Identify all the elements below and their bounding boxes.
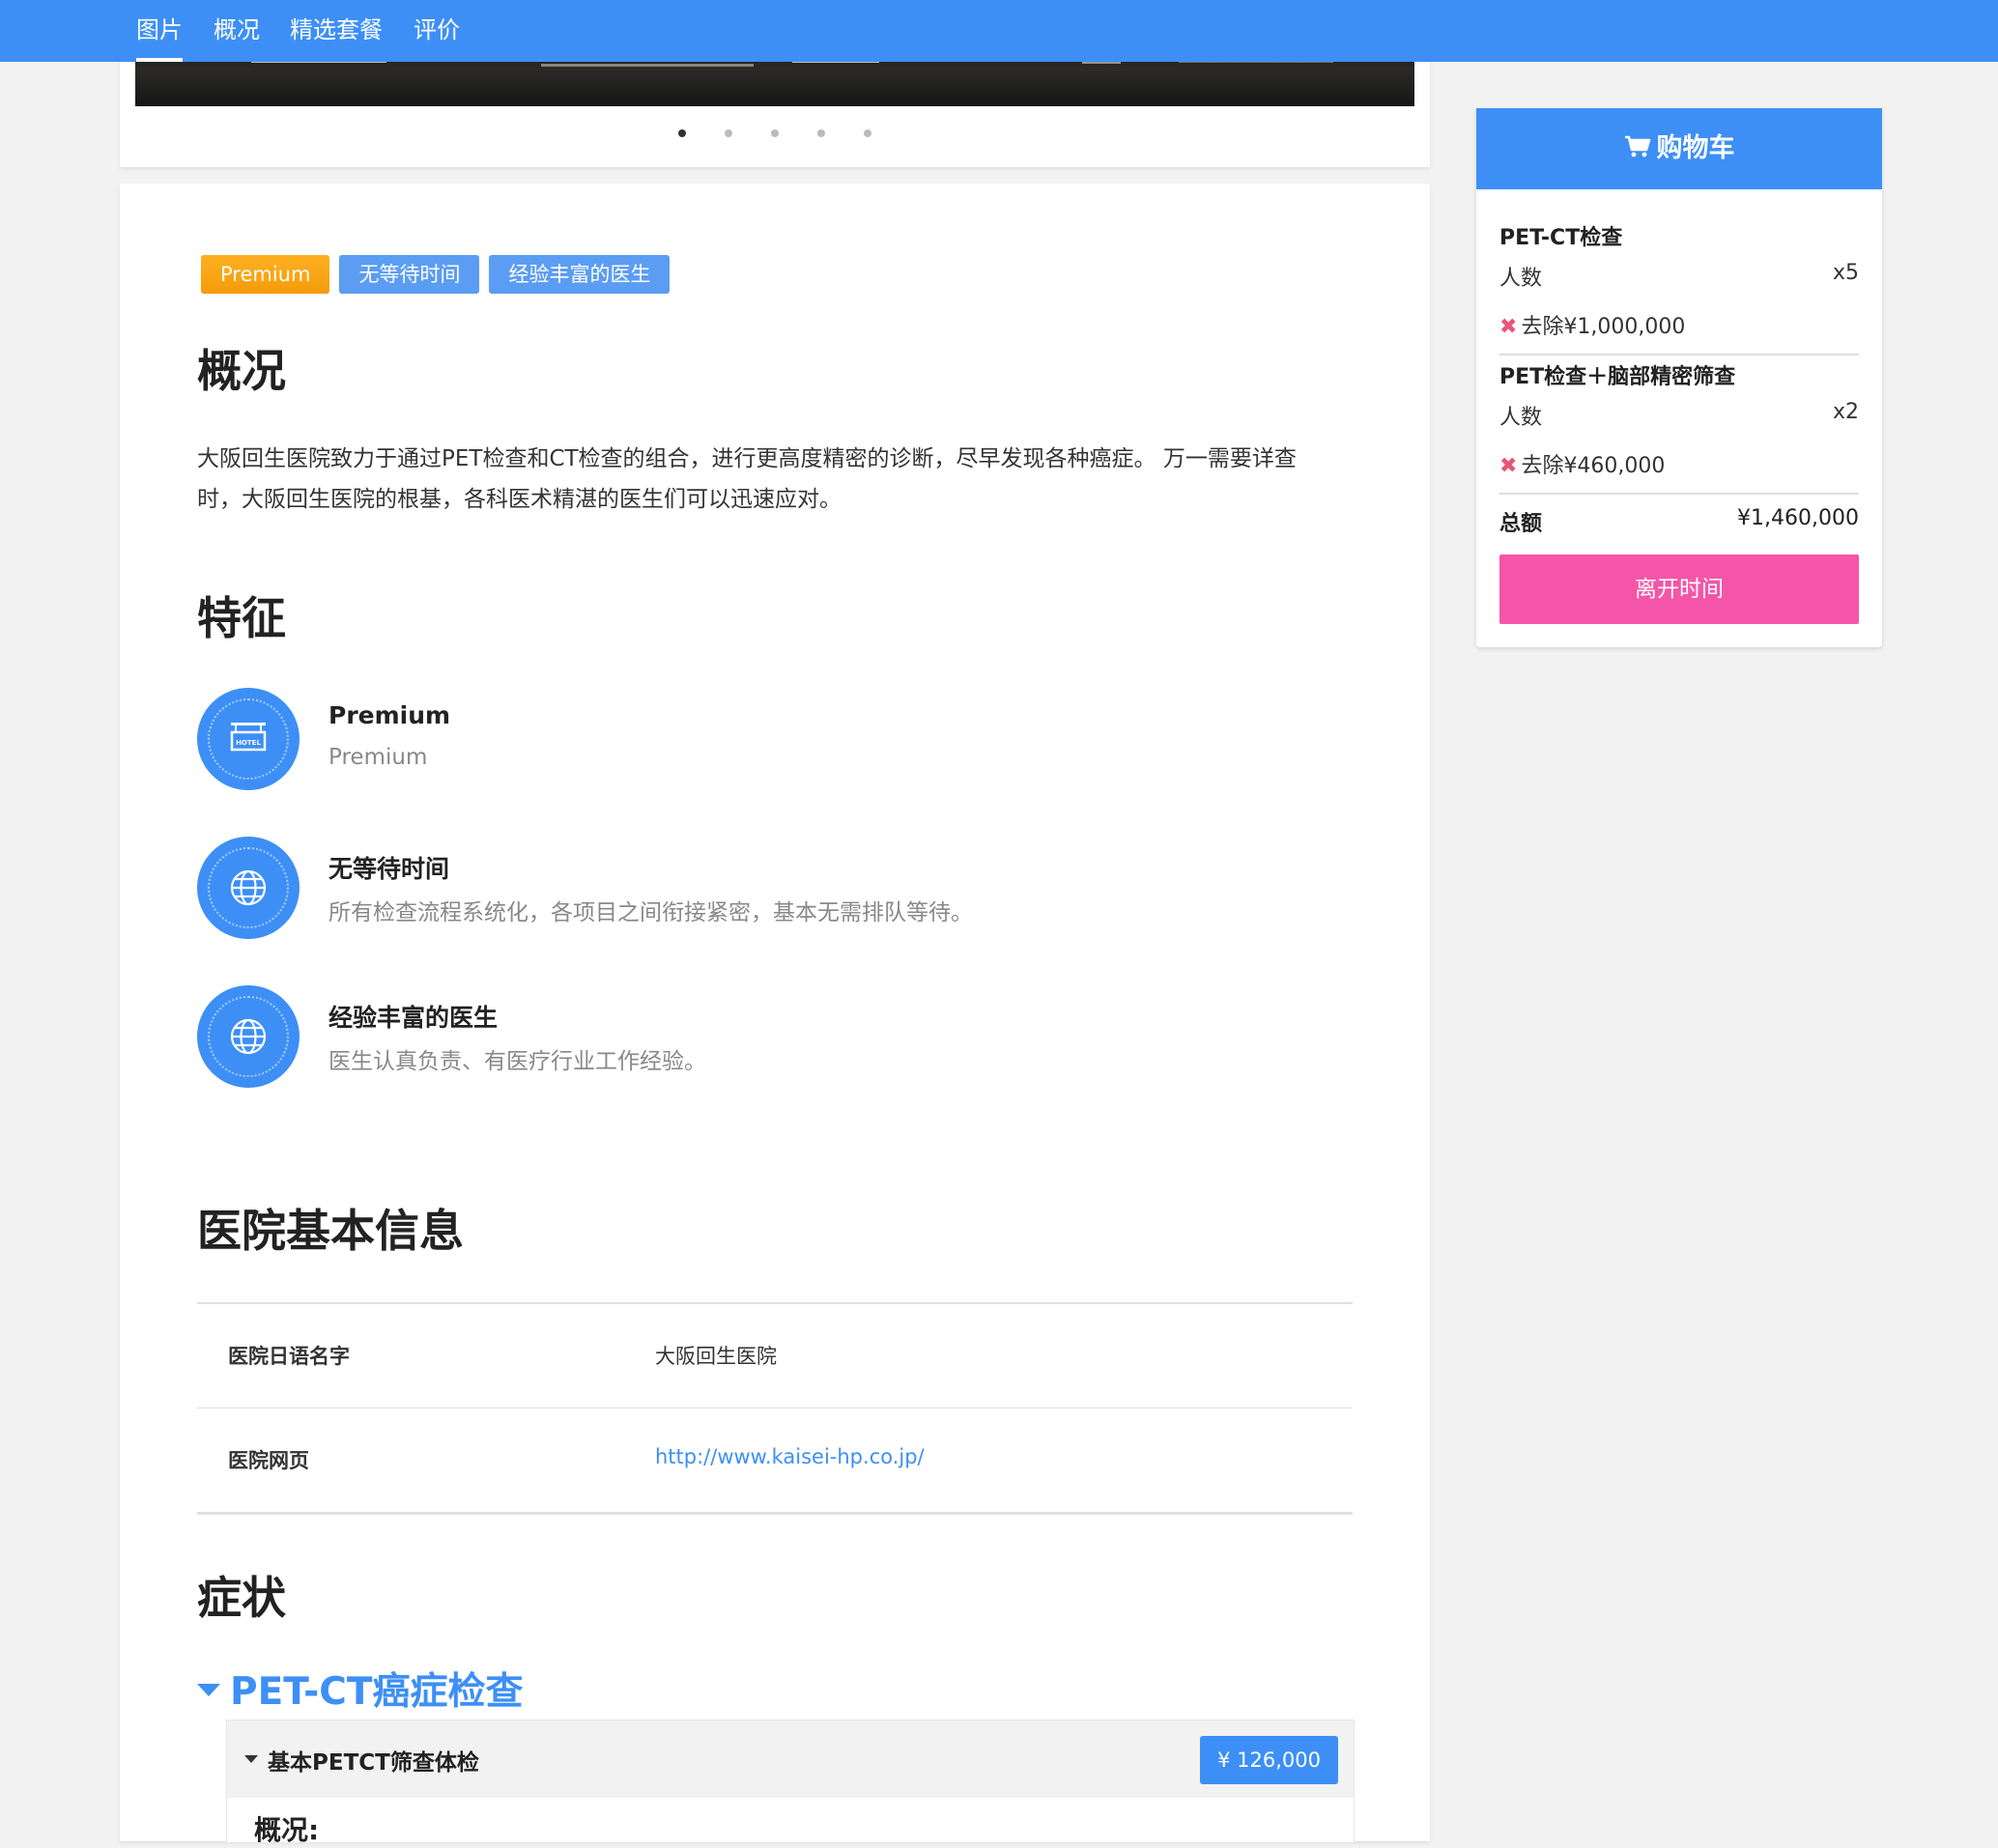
carousel-dot[interactable]: [864, 129, 871, 137]
premium-badge: Premium: [201, 255, 330, 294]
globe-icon: [197, 985, 300, 1088]
cart-icon: [1624, 135, 1650, 156]
main-content-card: Premium 无等待时间 经验丰富的医生 概况 大阪回生医院致力于通过PET检…: [120, 184, 1430, 1846]
plan-price-button[interactable]: ¥ 126,000: [1200, 1736, 1338, 1784]
carousel-dots: [120, 129, 1430, 137]
carousel-dot[interactable]: [771, 129, 779, 137]
no-wait-badge: 无等待时间: [339, 255, 480, 294]
cart-item-people-label: 人数: [1499, 267, 1543, 291]
feature-item: 经验丰富的医生 医生认真负责、有医疗行业工作经验。: [197, 985, 1260, 1090]
remove-item-button[interactable]: ✖ 去除¥1,000,000: [1499, 309, 1685, 340]
table-row: 医院日语名字 大阪回生医院: [197, 1304, 1353, 1408]
shopping-cart: 购物车 PET-CT检查 人数 x5 ✖ 去除¥1,000,000 PET检查＋脑…: [1476, 108, 1882, 647]
feature-title: 无等待时间: [328, 855, 450, 883]
hospital-info-table: 医院日语名字 大阪回生医院 医院网页 http://www.kaisei-hp.…: [197, 1302, 1353, 1515]
remove-item-label: 去除¥460,000: [1521, 454, 1666, 478]
symptoms-heading: 症状: [197, 1572, 286, 1624]
table-row: 医院网页 http://www.kaisei-hp.co.jp/: [197, 1408, 1353, 1512]
tab-overview[interactable]: 概况: [214, 0, 260, 62]
remove-item-button[interactable]: ✖ 去除¥460,000: [1499, 448, 1665, 479]
hospital-website-link[interactable]: http://www.kaisei-hp.co.jp/: [655, 1445, 925, 1468]
carousel-dot[interactable]: [725, 129, 732, 137]
feature-title: Premium: [328, 701, 451, 729]
total-value: ¥1,460,000: [1737, 506, 1859, 530]
caret-down-icon: [197, 1684, 220, 1696]
divider: [1499, 493, 1859, 495]
category-toggle[interactable]: PET-CT癌症检查: [197, 1662, 524, 1716]
hospital-info-heading: 医院基本信息: [197, 1205, 464, 1257]
carousel-dot[interactable]: [678, 129, 686, 137]
features-heading: 特征: [197, 592, 286, 644]
feature-title: 经验丰富的医生: [328, 1004, 499, 1032]
checkout-button[interactable]: 离开时间: [1499, 554, 1859, 624]
overview-heading: 概况: [197, 345, 286, 397]
close-icon: ✖: [1499, 315, 1518, 339]
carousel-dot[interactable]: [817, 129, 825, 137]
caret-down-icon: [244, 1755, 258, 1763]
svg-text:HOTEL: HOTEL: [236, 739, 261, 747]
feature-item: HOTEL Premium Premium: [197, 688, 1260, 792]
cart-title: 购物车: [1656, 133, 1735, 163]
tab-featured-packages[interactable]: 精选套餐: [290, 0, 383, 62]
info-value: 大阪回生医院: [655, 1345, 777, 1368]
cart-item-people-label: 人数: [1499, 406, 1543, 430]
plan-panel: 基本PETCT筛查体检 ¥ 126,000 概况:: [226, 1720, 1355, 1846]
feature-description: 医生认真负责、有医疗行业工作经验。: [328, 1049, 706, 1074]
plan-name: 基本PETCT筛查体检: [268, 1750, 479, 1776]
category-title: PET-CT癌症检查: [230, 1670, 524, 1714]
info-key: 医院网页: [228, 1449, 309, 1472]
plan-overview-heading: 概况:: [254, 1814, 320, 1846]
cart-total: 总额 ¥1,460,000: [1499, 506, 1859, 536]
badge-list: Premium 无等待时间 经验丰富的医生: [201, 255, 679, 294]
close-icon: ✖: [1499, 454, 1518, 478]
tab-photos[interactable]: 图片: [136, 0, 183, 62]
hotel-sign-icon: HOTEL: [197, 688, 300, 790]
experienced-doctor-badge: 经验丰富的医生: [489, 255, 671, 294]
feature-item: 无等待时间 所有检查流程系统化，各项目之间衔接紧密，基本无需排队等待。: [197, 837, 1260, 941]
total-label: 总额: [1499, 512, 1543, 536]
feature-description: 所有检查流程系统化，各项目之间衔接紧密，基本无需排队等待。: [328, 900, 973, 925]
info-key: 医院日语名字: [228, 1345, 350, 1368]
cart-item-name: PET检查＋脑部精密筛查: [1499, 365, 1736, 389]
overview-text: 大阪回生医院致力于通过PET检查和CT检查的组合，进行更高度精密的诊断，尽早发现…: [197, 446, 1297, 512]
cart-header: 购物车: [1476, 108, 1882, 189]
plan-header[interactable]: 基本PETCT筛查体检 ¥ 126,000: [227, 1720, 1354, 1798]
tab-reviews[interactable]: 评价: [414, 0, 460, 62]
remove-item-label: 去除¥1,000,000: [1521, 315, 1686, 339]
top-nav: 图片 概况 精选套餐 评价: [0, 0, 1998, 62]
cart-item-qty: x5: [1832, 261, 1859, 285]
feature-description: Premium: [328, 745, 428, 770]
globe-icon: [197, 837, 300, 939]
cart-item-qty: x2: [1832, 400, 1859, 424]
cart-item-name: PET-CT检查: [1499, 226, 1623, 250]
divider: [1499, 354, 1859, 355]
